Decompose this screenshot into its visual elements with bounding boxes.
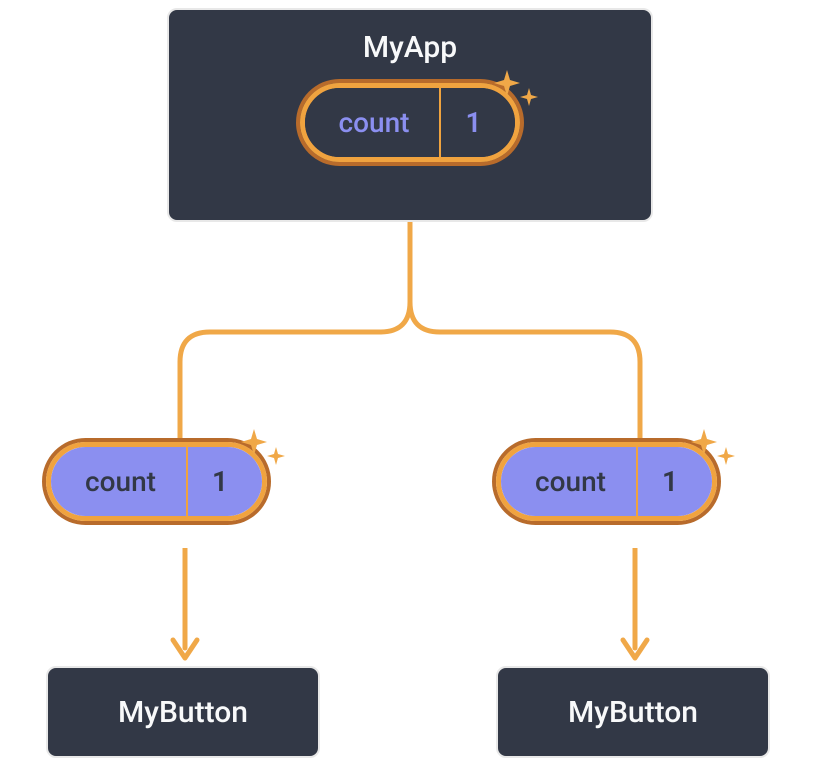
state-value: 1 [439, 88, 515, 157]
connector-branch [0, 222, 820, 442]
props-label: count [51, 447, 186, 516]
component-title: MyButton [568, 695, 698, 730]
component-node-root: MyApp count 1 [167, 8, 653, 222]
component-title: MyApp [363, 30, 457, 65]
arrow-left [165, 548, 205, 668]
props-value: 1 [636, 447, 712, 516]
component-node-child-right: MyButton [496, 666, 770, 758]
props-label: count [501, 447, 636, 516]
props-pill-right: count 1 [496, 442, 717, 521]
props-value: 1 [186, 447, 262, 516]
state-label: count [305, 88, 440, 157]
props-pill-left: count 1 [46, 442, 267, 521]
arrow-right [615, 548, 655, 668]
component-node-child-left: MyButton [46, 666, 320, 758]
component-title: MyButton [118, 695, 248, 730]
state-pill-root: count 1 [300, 83, 521, 162]
